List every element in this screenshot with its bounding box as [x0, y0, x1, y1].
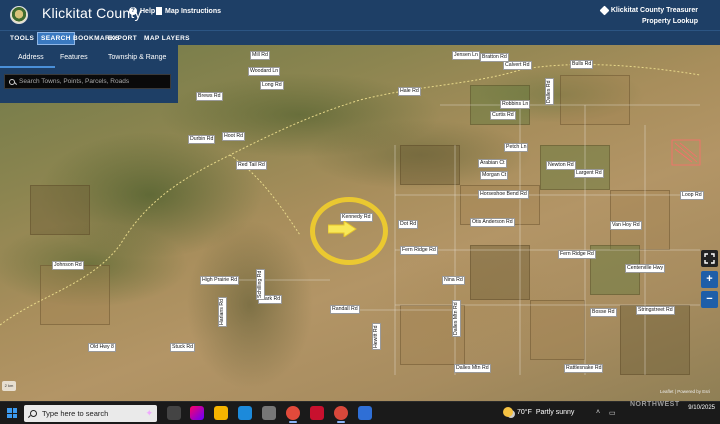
- road-label[interactable]: Durbin Rd: [188, 135, 216, 144]
- road-label[interactable]: Long Rd: [260, 81, 284, 90]
- map-instructions-link[interactable]: Map Instructions: [156, 7, 221, 15]
- road-label[interactable]: Centerville Hwy: [625, 264, 666, 273]
- road-label[interactable]: Stuck Rd: [170, 343, 196, 352]
- search-input[interactable]: [19, 78, 169, 85]
- county-seal-logo[interactable]: [10, 6, 28, 24]
- road-label[interactable]: Dalles Mtn Rd: [454, 364, 491, 373]
- pencil-icon: [599, 5, 610, 16]
- windows-start-icon[interactable]: [7, 408, 17, 418]
- map-attribution[interactable]: Leaflet | Powered by Esri: [660, 389, 710, 394]
- document-icon: [156, 7, 162, 15]
- app-header: Klickitat County ? Help Map Instructions…: [0, 0, 720, 30]
- search-panel: Address Features Township & Range: [0, 45, 178, 103]
- road-label[interactable]: Hewitt Rd: [372, 323, 381, 350]
- road-label[interactable]: High Prairie Rd: [200, 276, 240, 285]
- road-label[interactable]: Newton Rd: [546, 161, 576, 170]
- zoom-in-button[interactable]: +: [701, 271, 718, 288]
- windows-taskbar: Type here to search ✦ 70°F Partly sunny …: [0, 401, 720, 424]
- tab-tools[interactable]: TOOLS: [7, 32, 37, 45]
- road-label[interactable]: Curtis Rd: [490, 111, 516, 120]
- road-label[interactable]: Red Tail Rd: [236, 161, 267, 170]
- help-label: Help: [140, 7, 156, 15]
- taskbar-search[interactable]: Type here to search ✦: [24, 405, 157, 422]
- app-title: Klickitat County: [42, 5, 142, 21]
- subtab-township-range[interactable]: Township & Range: [108, 54, 166, 61]
- active-subtab-indicator: [0, 66, 55, 68]
- road-label[interactable]: Randall Rd: [330, 305, 360, 314]
- edge-browser-icon[interactable]: [238, 406, 252, 420]
- road-label[interactable]: Petch Ln: [504, 143, 529, 152]
- road-label[interactable]: Bosse Rd: [590, 308, 617, 317]
- search-box[interactable]: [4, 74, 171, 89]
- road-label[interactable]: Hale Rd: [398, 87, 421, 96]
- road-label[interactable]: Johnson Rd: [52, 261, 84, 270]
- file-explorer-icon[interactable]: [214, 406, 228, 420]
- road-label[interactable]: Arabian Ct: [478, 159, 507, 168]
- road-label[interactable]: Largent Rd: [574, 169, 604, 178]
- road-label[interactable]: Otis Anderson Rd: [470, 218, 515, 227]
- road-label[interactable]: Fern Ridge Rd: [400, 246, 438, 255]
- search-icon: [30, 410, 37, 417]
- weather-widget[interactable]: 70°F Partly sunny: [503, 407, 574, 417]
- weather-temp: 70°F: [517, 408, 532, 416]
- camera-icon[interactable]: [262, 406, 276, 420]
- road-label[interactable]: Dot Rd: [398, 220, 419, 229]
- fullscreen-button[interactable]: [701, 250, 718, 267]
- map-instructions-label: Map Instructions: [165, 7, 222, 15]
- fullscreen-icon: [704, 253, 715, 264]
- network-icon[interactable]: ▭: [609, 409, 616, 417]
- chrome-window-icon[interactable]: [334, 406, 348, 423]
- taskbar-search-placeholder: Type here to search: [42, 409, 109, 418]
- road-label[interactable]: Morgan Ct: [480, 171, 509, 180]
- help-icon: ?: [129, 7, 137, 15]
- road-label[interactable]: Rattlesnake Rd: [564, 364, 604, 373]
- search-icon: [9, 78, 15, 85]
- copilot-icon[interactable]: [190, 406, 204, 420]
- system-clock[interactable]: 9/10/2025: [688, 404, 715, 413]
- road-label[interactable]: Hoot Rd: [222, 132, 246, 141]
- subtab-address[interactable]: Address: [18, 54, 44, 61]
- clock-date: 9/10/2025: [688, 405, 715, 411]
- road-label[interactable]: Van Hoy Rd: [610, 221, 642, 230]
- task-view-icon[interactable]: [167, 406, 181, 420]
- chrome-icon[interactable]: [286, 406, 300, 423]
- help-link[interactable]: ? Help: [129, 7, 155, 15]
- treasurer-link[interactable]: Klickitat County Treasurer Property Look…: [599, 5, 698, 27]
- road-label[interactable]: Calvert Rd: [503, 61, 532, 70]
- road-label[interactable]: Jensen Ln: [452, 51, 480, 60]
- scale-bar: 2 km: [2, 381, 16, 391]
- app-icon[interactable]: [358, 406, 372, 420]
- road-label[interactable]: Bulls Rd: [570, 60, 594, 69]
- road-label[interactable]: Harlans Rd: [218, 297, 227, 327]
- road-label[interactable]: Stringstreet Rd: [636, 306, 675, 315]
- watermark-logo: NORTHWEST: [630, 401, 680, 408]
- weather-text: Partly sunny: [535, 408, 575, 416]
- road-label[interactable]: Horseshoe Bend Rd: [478, 190, 529, 199]
- road-label[interactable]: Fern Ridge Rd: [558, 250, 596, 259]
- tab-export[interactable]: EXPORT: [105, 32, 140, 45]
- road-label[interactable]: Old Hwy 8: [88, 343, 116, 352]
- partly-sunny-icon: [503, 407, 513, 417]
- road-label[interactable]: Dalles Rd: [545, 78, 554, 105]
- road-label[interactable]: Loop Rd: [680, 191, 704, 200]
- copilot-sparkle-icon: ✦: [145, 408, 153, 418]
- toolbar: TOOLS SEARCH BOOKMARKS EXPORT MAP LAYERS: [0, 30, 720, 45]
- road-label[interactable]: Nina Rd: [442, 276, 465, 285]
- tab-map-layers[interactable]: MAP LAYERS: [141, 32, 193, 45]
- treasurer-line1: Klickitat County Treasurer: [610, 7, 698, 14]
- tray-chevron-icon[interactable]: ˄: [596, 409, 600, 416]
- subtab-features[interactable]: Features: [60, 54, 88, 61]
- arrow-right-icon: [328, 221, 357, 237]
- road-label[interactable]: Schilling Rd: [256, 268, 265, 300]
- zoom-out-button[interactable]: −: [701, 291, 718, 308]
- road-label[interactable]: Robbins Ln: [500, 100, 531, 109]
- road-label[interactable]: Brews Rd: [196, 92, 223, 101]
- acrobat-icon[interactable]: [310, 406, 324, 420]
- treasurer-line2: Property Lookup: [641, 18, 698, 25]
- road-label[interactable]: Dalles Mtn Rd: [452, 300, 461, 337]
- road-label[interactable]: Mill Rd: [250, 51, 270, 60]
- road-label[interactable]: Woodard Ln: [248, 67, 281, 76]
